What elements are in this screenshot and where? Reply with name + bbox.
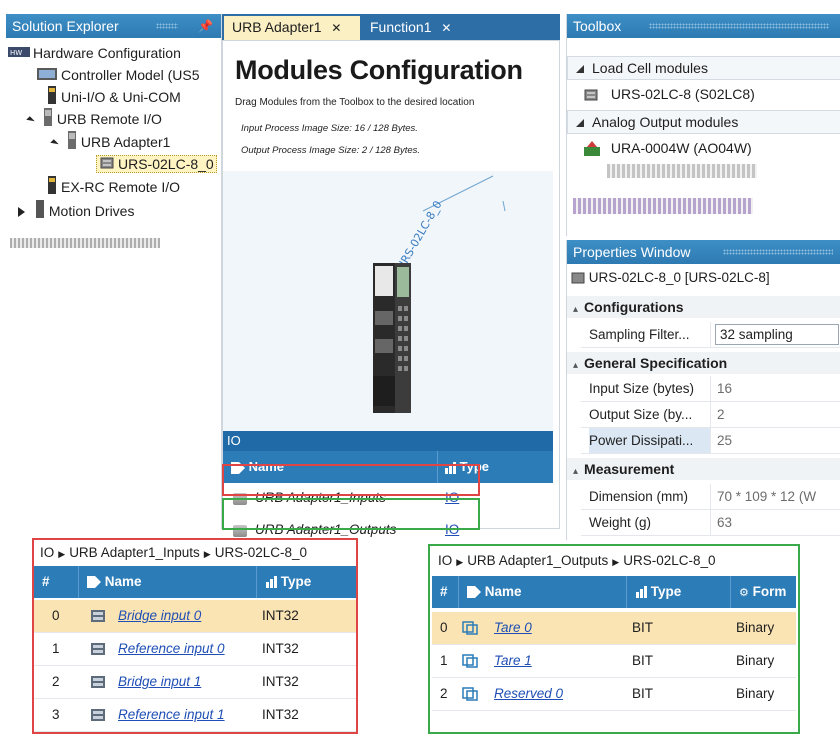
tab-label: Function1 <box>370 19 432 35</box>
tree-item-label: URS-02LC-8_0 <box>118 156 214 172</box>
category-configurations[interactable]: ▴ Configurations <box>567 296 840 318</box>
tab-urb-adapter1[interactable]: URB Adapter1 ✕ <box>224 16 360 40</box>
solution-explorer-header: Solution Explorer 📌 <box>6 14 221 38</box>
output-size-text: Output Process Image Size: 2 / 128 Bytes… <box>241 145 421 156</box>
prop-input-size[interactable]: Input Size (bytes) 16 <box>581 376 840 402</box>
tree-item-urb-remote-io[interactable]: URB Remote I/O <box>26 108 162 132</box>
modules-configuration-view: Modules Configuration Drag Modules from … <box>222 40 560 537</box>
tree-item-label: URB Remote I/O <box>56 111 162 127</box>
tree-item-label: Uni-I/O & Uni-COM <box>61 89 181 105</box>
prop-sampling-filter[interactable]: Sampling Filter... 32 sampling <box>581 322 840 348</box>
tree-item-label: Controller Model (US5 <box>61 67 200 83</box>
collapse-arrow-icon[interactable] <box>576 119 584 128</box>
load-cell-icon <box>584 89 598 101</box>
highlight-outputs-table-box <box>428 544 800 734</box>
highlight-outputs-box <box>222 498 480 530</box>
tree-item-urb-adapter1[interactable]: URB Adapter1 <box>50 131 171 155</box>
hardware-icon: HW <box>8 43 30 65</box>
remote-io-icon <box>42 108 54 132</box>
motion-drive-icon <box>34 200 46 224</box>
expand-arrow-icon[interactable] <box>50 139 59 148</box>
solution-explorer-title: Solution Explorer <box>12 18 119 34</box>
tree-item-ex-rc-remote-io[interactable]: EX-RC Remote I/O <box>46 176 180 198</box>
io-module-icon <box>46 86 58 110</box>
properties-title: Properties Window <box>573 244 691 260</box>
module-canvas[interactable]: URS-02LC-8_0 <box>223 171 553 431</box>
remote-io-icon <box>46 176 58 200</box>
tree-item-label: EX-RC Remote I/O <box>61 179 181 195</box>
close-icon[interactable]: ✕ <box>441 21 451 35</box>
tab-label: URB Adapter1 <box>232 19 322 35</box>
header-grip <box>649 23 829 29</box>
collapse-arrow-icon[interactable] <box>576 65 584 74</box>
highlight-inputs-table-box <box>32 538 358 734</box>
expand-arrow-icon[interactable] <box>26 116 35 125</box>
blurred-toolbox-item <box>607 164 757 178</box>
toolbox-group-load-cell[interactable]: Load Cell modules <box>567 56 840 80</box>
close-icon[interactable]: ✕ <box>331 21 341 35</box>
module-rack-graphic: URS-02LC-8_0 <box>373 175 506 413</box>
tree-item-hardware-configuration[interactable]: HW Hardware Configuration <box>8 42 181 64</box>
toolbox-group-analog-output[interactable]: Analog Output modules <box>567 110 840 134</box>
page-title: Modules Configuration <box>235 55 523 85</box>
tree-item-motion-drives[interactable]: Motion Drives <box>18 200 134 222</box>
document-area: URB Adapter1 ✕ Function1 ✕ Modules Confi… <box>222 14 560 537</box>
category-measurement[interactable]: ▴ Measurement <box>567 458 840 480</box>
expand-arrow-icon[interactable] <box>18 207 25 218</box>
properties-panel: Properties Window URS-02LC-8_0 [URS-02LC… <box>566 240 840 540</box>
tree-item-uni-io[interactable]: Uni-I/O & Uni-COM <box>46 86 181 108</box>
prop-weight[interactable]: Weight (g) 63 <box>581 510 840 536</box>
blurred-toolbox-item <box>573 198 753 214</box>
header-grip <box>723 249 833 255</box>
adapter-icon <box>66 131 78 155</box>
pin-icon[interactable]: 📌 <box>198 14 213 38</box>
properties-header: Properties Window <box>567 240 840 264</box>
prop-dimension[interactable]: Dimension (mm) 70 * 109 * 12 (W <box>581 484 840 510</box>
toolbox-item-urs-02lc-8[interactable]: URS-02LC-8 (S02LC8) <box>583 86 755 102</box>
page-subtitle: Drag Modules from the Toolbox to the des… <box>235 97 475 108</box>
analog-output-icon <box>584 141 600 157</box>
io-panel-header: IO <box>223 431 553 451</box>
highlight-inputs-box <box>222 464 480 496</box>
prop-output-size[interactable]: Output Size (by... 2 <box>581 402 840 428</box>
toolbox-panel: Toolbox Load Cell modules URS-02LC-8 (S0… <box>566 14 840 236</box>
selected-object[interactable]: URS-02LC-8_0 [URS-02LC-8] <box>571 270 770 285</box>
tree-item-urs-02lc-8-0[interactable]: URS-02LC-8_0 <box>96 153 217 175</box>
tree-item-label: Hardware Configuration <box>33 45 181 61</box>
solution-explorer-panel: Solution Explorer 📌 HW Hardware Configur… <box>6 14 222 529</box>
module-label: URS-02LC-8_0 <box>394 199 444 273</box>
header-grip <box>156 23 178 29</box>
controller-icon <box>36 65 58 87</box>
input-size-text: Input Process Image Size: 16 / 128 Bytes… <box>241 123 418 134</box>
toolbox-header: Toolbox <box>567 14 840 38</box>
blurred-tree-item <box>10 238 160 248</box>
tree-item-label: Motion Drives <box>48 203 135 219</box>
tab-function1[interactable]: Function1 ✕ <box>362 16 462 40</box>
tree-item-controller-model[interactable]: Controller Model (US5 <box>36 64 200 86</box>
svg-text:HW: HW <box>10 49 22 57</box>
category-general-specification[interactable]: ▴ General Specification <box>567 352 840 374</box>
prop-power-dissipation[interactable]: Power Dissipati... 25 <box>581 428 840 454</box>
document-tab-strip: URB Adapter1 ✕ Function1 ✕ <box>222 14 560 40</box>
tree-item-label: URB Adapter1 <box>80 134 171 150</box>
load-cell-icon <box>99 154 115 176</box>
toolbox-title: Toolbox <box>573 18 622 34</box>
toolbox-item-ura-0004w[interactable]: URA-0004W (AO04W) <box>583 140 752 157</box>
load-cell-icon <box>571 272 585 284</box>
sampling-filter-select[interactable]: 32 sampling <box>715 324 839 345</box>
